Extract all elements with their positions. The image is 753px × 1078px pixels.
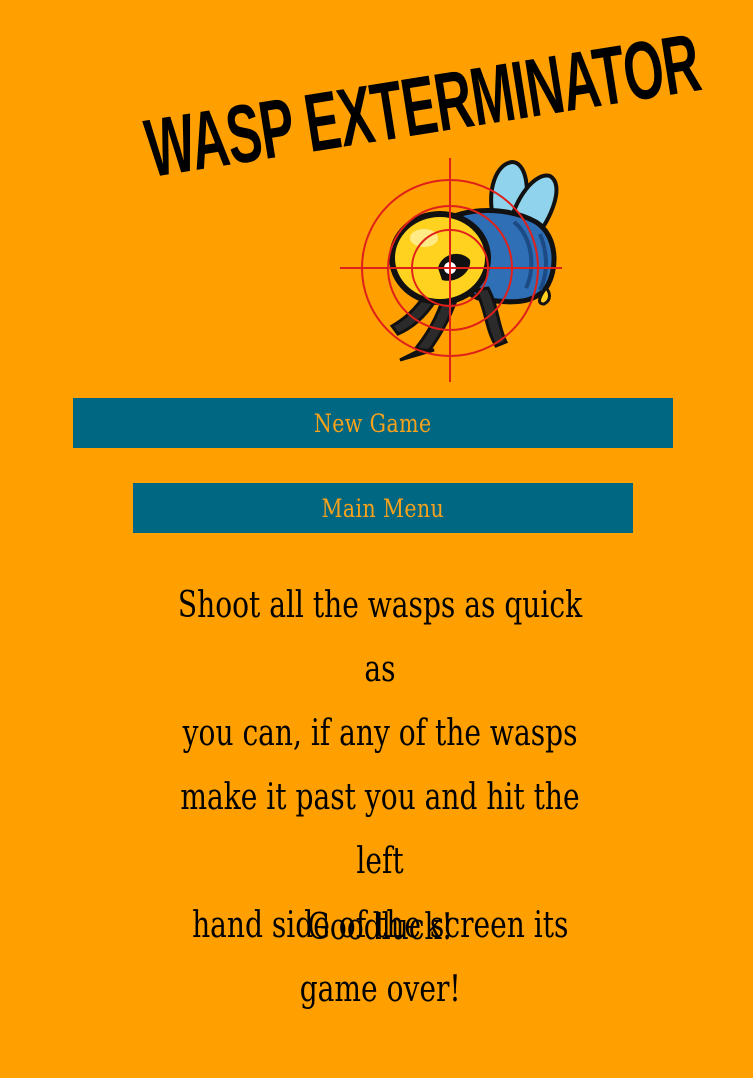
instructions-line: make it past you and hit the left [180, 777, 580, 882]
main-menu-button[interactable]: Main Menu [133, 483, 633, 533]
wasp-target-icon [340, 158, 562, 382]
wasp-head [389, 211, 491, 305]
instructions-line: you can, if any of the wasps [182, 713, 578, 754]
goodluck-text: Goodluck! [120, 896, 640, 960]
new-game-button[interactable]: New Game [73, 398, 673, 448]
instructions-line: Shoot all the wasps as quick as [177, 585, 583, 690]
new-game-label: New Game [314, 408, 432, 438]
instructions-line: game over! [299, 969, 461, 1010]
main-menu-label: Main Menu [321, 493, 445, 523]
goodluck-label: Goodluck! [307, 907, 453, 948]
